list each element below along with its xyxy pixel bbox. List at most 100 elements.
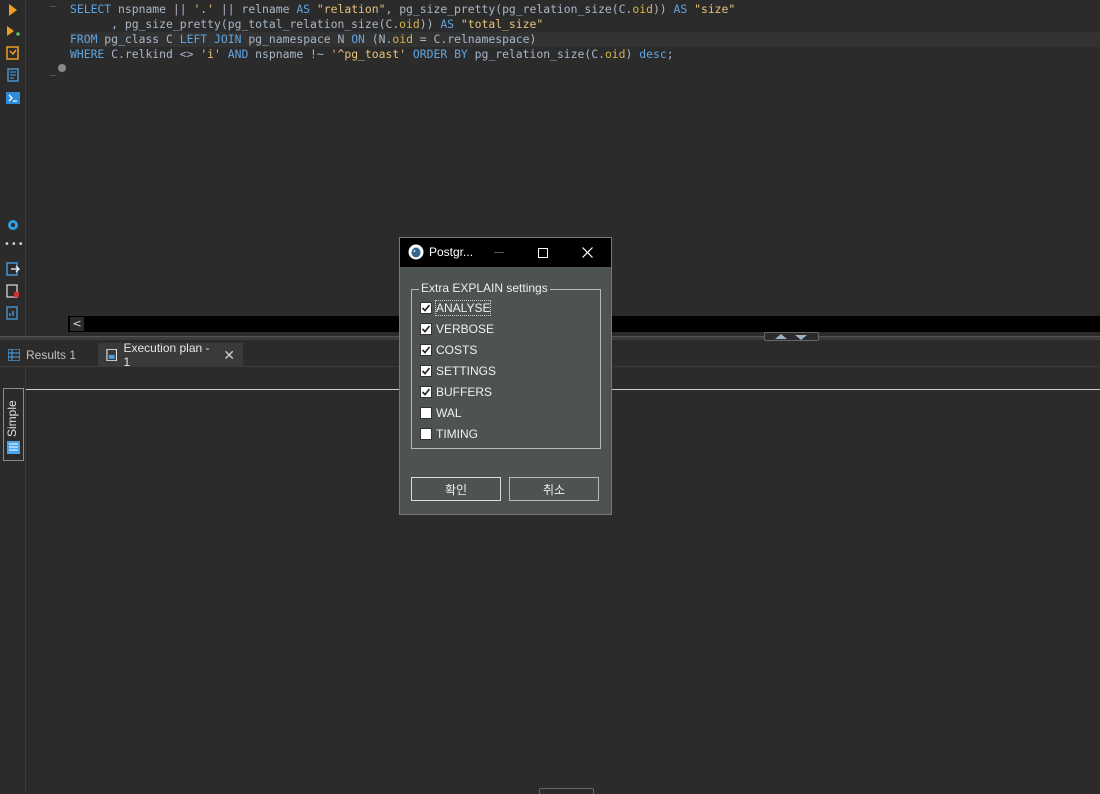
maximize-icon[interactable] xyxy=(521,238,565,267)
option-label: ANALYSE xyxy=(434,300,492,316)
option-label: COSTS xyxy=(436,343,478,357)
code-token: "total_size" xyxy=(460,17,544,31)
collapse-down-icon[interactable] xyxy=(795,335,807,340)
tree-view-icon xyxy=(7,441,20,454)
dialog-title: Postgr... xyxy=(429,245,474,259)
minimize-icon[interactable] xyxy=(477,238,521,267)
execute-script-icon[interactable] xyxy=(5,24,21,40)
terminal-icon[interactable] xyxy=(5,90,21,106)
dialog-titlebar[interactable]: Postgr... xyxy=(400,238,611,267)
code-token: ON xyxy=(351,32,365,46)
cancel-button[interactable]: 취소 xyxy=(509,477,599,501)
code-token: )) xyxy=(419,17,441,31)
close-icon[interactable]: ✕ xyxy=(223,347,235,364)
option-timing[interactable]: TIMING xyxy=(420,426,478,442)
simple-view-toggle[interactable]: Simple xyxy=(3,388,24,461)
option-buffers[interactable]: BUFFERS xyxy=(420,384,492,400)
fold-marker[interactable]: _ xyxy=(50,63,57,76)
plan-icon xyxy=(106,349,118,361)
code-token: FROM xyxy=(70,32,98,46)
code-token: AND xyxy=(227,47,249,61)
code-token: 'i' xyxy=(200,47,221,61)
splitter-handle[interactable] xyxy=(764,332,819,341)
code-token: "size" xyxy=(694,2,736,16)
explain-icon[interactable] xyxy=(5,45,21,61)
option-label: WAL xyxy=(436,406,462,420)
postgres-logo-icon xyxy=(408,244,424,260)
option-analyse[interactable]: ANALYSE xyxy=(420,300,492,316)
checkbox[interactable] xyxy=(420,344,432,356)
code-token: "relation" xyxy=(316,2,386,16)
ok-button[interactable]: 확인 xyxy=(411,477,501,501)
code-token: AS xyxy=(673,2,688,16)
code-token: oid xyxy=(392,32,413,46)
code-token: (N. xyxy=(364,32,393,46)
execute-icon[interactable] xyxy=(5,2,21,18)
grid-icon xyxy=(8,349,20,361)
simple-label: Simple xyxy=(5,400,19,437)
export-icon[interactable] xyxy=(5,261,21,277)
file-error-icon[interactable] xyxy=(5,283,21,299)
option-wal[interactable]: WAL xyxy=(420,405,462,421)
tab-execution-plan[interactable]: Execution plan - 1 ✕ xyxy=(98,341,243,369)
checkbox[interactable] xyxy=(420,365,432,377)
breakpoint-marker xyxy=(58,64,66,72)
checkbox[interactable] xyxy=(420,323,432,335)
more-icon[interactable]: •••• xyxy=(4,240,31,250)
code-line[interactable]: WHERE C.relkind <> 'i' AND nspname !~ '^… xyxy=(70,47,1100,62)
code-token: '^pg_toast' xyxy=(330,47,407,61)
bottom-splitter-handle[interactable] xyxy=(539,788,594,794)
checkbox[interactable] xyxy=(420,302,432,314)
code-token: oid xyxy=(604,47,626,61)
checkbox[interactable] xyxy=(420,386,432,398)
code-token: AS xyxy=(440,17,455,31)
code-token: ; xyxy=(666,47,674,61)
scroll-left-icon[interactable]: < xyxy=(70,317,84,331)
script-icon[interactable] xyxy=(5,67,21,83)
code-line[interactable]: FROM pg_class C LEFT JOIN pg_namespace N… xyxy=(70,32,1100,47)
group-label: Extra EXPLAIN settings xyxy=(419,281,550,295)
code-token: oid xyxy=(632,2,653,16)
code-token: , pg_size_pretty(pg_total_relation_size(… xyxy=(70,17,400,31)
code-line[interactable]: , pg_size_pretty(pg_total_relation_size(… xyxy=(70,17,1100,32)
checkbox[interactable] xyxy=(420,407,432,419)
explain-settings-group: Extra EXPLAIN settings ANALYSE VERBOSE COS… xyxy=(411,281,601,449)
code-token: LEFT JOIN xyxy=(179,32,242,46)
tab-label: Execution plan - 1 xyxy=(123,341,210,369)
sql-code[interactable]: SELECT nspname || '.' || relname AS "rel… xyxy=(70,2,1100,62)
code-token: pg_class C xyxy=(97,32,180,46)
option-label: VERBOSE xyxy=(436,322,495,336)
code-token: C.relkind <> xyxy=(104,47,201,61)
collapse-up-icon[interactable] xyxy=(775,334,787,339)
code-token: pg_namespace N xyxy=(241,32,352,46)
tab-label: Results 1 xyxy=(26,348,77,362)
code-token: SELECT xyxy=(70,2,112,16)
code-token: ORDER BY xyxy=(412,47,468,61)
code-token: '.' xyxy=(193,2,215,16)
code-token: pg_relation_size(C. xyxy=(467,47,605,61)
settings-icon[interactable] xyxy=(5,217,21,233)
code-line[interactable]: SELECT nspname || '.' || relname AS "rel… xyxy=(70,2,1100,17)
option-settings[interactable]: SETTINGS xyxy=(420,363,496,379)
fold-marker[interactable]: _ xyxy=(50,0,57,7)
close-icon[interactable] xyxy=(565,238,609,267)
code-token: desc xyxy=(639,47,667,61)
file-stats-icon[interactable] xyxy=(5,305,21,321)
tab-results[interactable]: Results 1 xyxy=(0,343,96,367)
code-token: || relname xyxy=(214,2,297,16)
option-label: SETTINGS xyxy=(436,364,497,378)
editor-toolbar: •••• xyxy=(0,0,31,336)
code-token: ) xyxy=(625,47,640,61)
code-token: WHERE xyxy=(70,47,105,61)
option-label: TIMING xyxy=(436,427,478,441)
code-token: = C.relnamespace) xyxy=(412,32,537,46)
option-verbose[interactable]: VERBOSE xyxy=(420,321,494,337)
checkbox[interactable] xyxy=(420,428,432,440)
code-token: oid xyxy=(399,17,420,31)
code-token: AS xyxy=(296,2,311,16)
option-costs[interactable]: COSTS xyxy=(420,342,477,358)
